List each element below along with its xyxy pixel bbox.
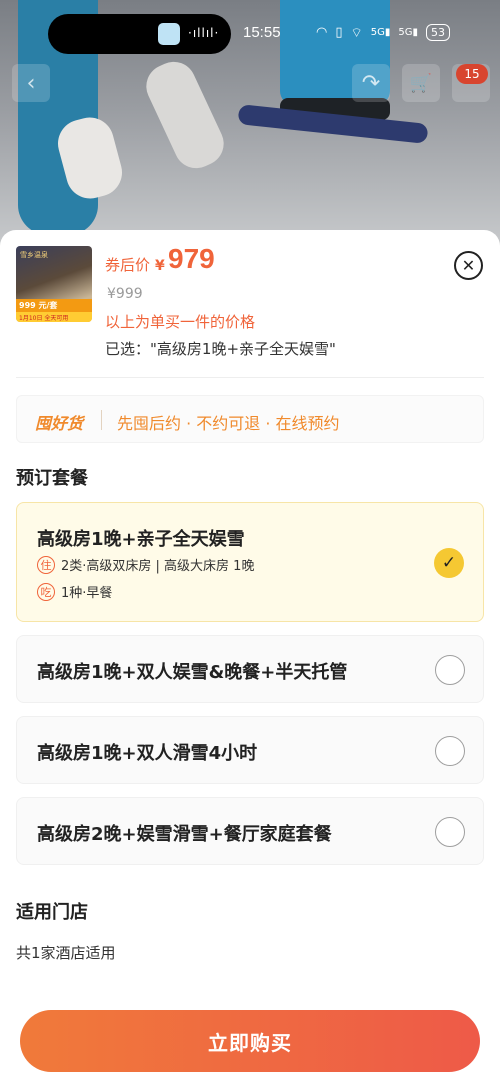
stores-title: 适用门店 — [16, 902, 88, 923]
package-option-4[interactable]: 高级房2晚+娱雪滑雪+餐厅家庭套餐 — [16, 797, 484, 865]
coupon-price: 979 — [168, 243, 215, 274]
unit-price-note: 以上为单买一件的价格 — [105, 313, 256, 331]
divider — [101, 410, 102, 430]
cart-button[interactable]: 🛒 — [402, 64, 440, 102]
package-name: 高级房1晚+亲子全天娱雪 — [37, 529, 245, 550]
close-button[interactable]: ✕ — [454, 251, 483, 280]
packages-title: 预订套餐 — [16, 468, 88, 489]
package-option-2[interactable]: 高级房1晚+双人娱雪&晚餐+半天托管 — [16, 635, 484, 703]
chevron-left-icon: ‹ — [26, 70, 36, 96]
thumbnail-caption: 雪乡温泉 — [20, 251, 48, 259]
package-option-1[interactable]: 高级房1晚+亲子全天娱雪 住 2类·高级双床房 | 高级大床房 1晚 吃 1种·… — [16, 502, 484, 622]
signal-icon: 5G▮ — [398, 27, 418, 38]
signal-icon: 5G▮ — [370, 27, 391, 38]
checkmark-icon: ✓ — [434, 548, 464, 578]
package-detail-meal: 吃 1种·早餐 — [37, 582, 112, 601]
product-thumbnail: 雪乡温泉 999 元/套 1月10日 全天可用 — [16, 246, 92, 322]
share-icon: ↷ — [361, 70, 381, 96]
headphones-icon: ◠ — [316, 25, 328, 40]
app-avatar-icon — [158, 23, 180, 45]
stores-count[interactable]: 共1家酒店适用 — [16, 942, 116, 963]
thumbnail-price: 999 元/套 — [16, 299, 92, 312]
close-icon: ✕ — [461, 256, 476, 275]
guarantee-brand: 囤好货 — [35, 414, 84, 433]
package-option-3[interactable]: 高级房1晚+双人滑雪4小时 — [16, 716, 484, 784]
vibrate-icon: ▯ — [335, 25, 343, 40]
guarantee-banner: 囤好货 先囤后约 · 不约可退 · 在线预约 — [16, 395, 484, 443]
buy-now-button[interactable]: 立即购买 — [20, 1010, 480, 1072]
package-detail-text: 2类·高级双床房 | 高级大床房 1晚 — [61, 559, 255, 574]
clock: 15:55 — [243, 24, 281, 41]
thumbnail-subtext: 1月10日 全天可用 — [16, 312, 92, 322]
package-detail-room: 住 2类·高级双床房 | 高级大床房 1晚 — [37, 555, 254, 574]
status-bar: ·ıllıl· 15:55 ◠ ▯ ⌔ 5G▮ 5G▮ 53 — [0, 14, 500, 54]
package-name: 高级房2晚+娱雪滑雪+餐厅家庭套餐 — [37, 824, 332, 845]
system-icons: ◠ ▯ ⌔ 5G▮ 5G▮ 53 — [316, 24, 450, 41]
audio-wave-icon: ·ıllıl· — [188, 26, 220, 40]
notification-badge: 15 — [456, 64, 488, 84]
guarantee-text: 先囤后约 · 不约可退 · 在线预约 — [117, 414, 340, 433]
arm-shape — [139, 54, 231, 176]
package-detail-text: 1种·早餐 — [61, 586, 113, 601]
radio-unchecked-icon — [435, 817, 465, 847]
price-currency: ¥ — [155, 258, 165, 274]
back-button[interactable]: ‹ — [12, 64, 50, 102]
wifi-icon: ⌔ — [350, 25, 363, 41]
cart-icon: 🛒 — [409, 72, 433, 94]
coupon-price-label: 券后价 — [105, 256, 151, 274]
sku-selection-sheet: 雪乡温泉 999 元/套 1月10日 全天可用 券后价 ¥ 979 ¥999 以… — [0, 230, 500, 1085]
radio-unchecked-icon — [435, 736, 465, 766]
selected-option-text: 已选："高级房1晚+亲子全天娱雪" — [105, 340, 336, 358]
package-name: 高级房1晚+双人娱雪&晚餐+半天托管 — [37, 662, 348, 683]
package-name: 高级房1晚+双人滑雪4小时 — [37, 743, 258, 764]
battery-icon: 53 — [425, 24, 450, 41]
radio-unchecked-icon — [435, 655, 465, 685]
meal-tag-icon: 吃 — [37, 582, 55, 601]
share-button[interactable]: ↷ — [352, 64, 390, 102]
divider — [16, 377, 484, 378]
stay-tag-icon: 住 — [37, 555, 55, 574]
dynamic-island: ·ıllıl· — [48, 14, 231, 54]
original-price: ¥999 — [107, 286, 143, 302]
